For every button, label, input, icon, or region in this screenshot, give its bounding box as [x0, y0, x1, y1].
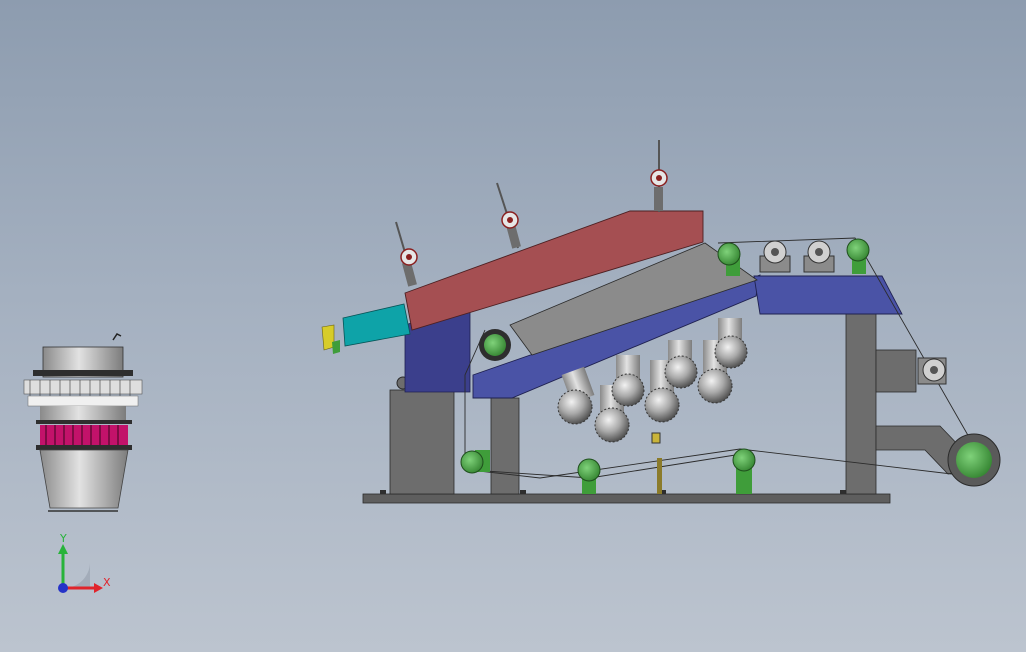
tensioner-post — [651, 432, 662, 494]
cad-viewport[interactable]: Y X — [0, 0, 1026, 652]
bowl-7 — [714, 318, 748, 369]
triad-z-axis-dot — [58, 583, 68, 593]
inlet-yellow-fitting — [321, 324, 335, 351]
roller-inlet-lower — [479, 329, 511, 361]
bearing-3 — [917, 357, 947, 385]
bowl-3 — [611, 355, 645, 407]
base-plate — [362, 493, 891, 504]
front-view-mid-shell — [40, 406, 126, 420]
coordinate-triad — [58, 544, 103, 593]
right-support-post — [845, 311, 877, 495]
middle-support-post — [490, 397, 520, 495]
inlet-green-fitting — [332, 340, 340, 354]
front-view-flange-ring-4 — [36, 445, 132, 450]
vent-pipe-1 — [395, 221, 418, 287]
bearing-2 — [803, 240, 835, 273]
teal-inlet-chute — [342, 303, 411, 347]
cad-model-scene[interactable] — [0, 0, 1026, 652]
front-view-flange-ring-3 — [36, 420, 132, 424]
roller-mid-low — [577, 458, 601, 494]
roller-left-low — [460, 450, 490, 474]
front-view-flange-ring-2 — [27, 395, 139, 407]
bowl-5 — [664, 340, 698, 389]
front-view-magenta-band — [40, 425, 128, 445]
triad-arc-shade — [63, 563, 90, 589]
side-view-assembly[interactable] — [321, 140, 1001, 504]
bowl-1 — [557, 366, 595, 425]
front-view-top-fitting — [112, 333, 122, 341]
triad-x-label: X — [103, 576, 111, 589]
triad-x-arrow-icon — [94, 583, 103, 593]
front-view-assembly[interactable] — [23, 333, 143, 512]
vent-pipe-2 — [496, 182, 521, 249]
bearing-1 — [759, 240, 791, 273]
triad-y-label: Y — [60, 532, 67, 545]
left-support-pedestal — [389, 389, 455, 495]
front-view-bolt-ring — [23, 379, 143, 395]
drive-pulley — [947, 433, 1001, 487]
front-view-cone — [39, 449, 129, 509]
roller-top-right — [846, 238, 870, 274]
front-view-flange-ring-1 — [33, 370, 133, 376]
triad-y-arrow-icon — [58, 544, 68, 554]
roller-right-low — [732, 448, 756, 494]
right-bracket-upper — [875, 349, 917, 393]
vent-pipe-3 — [650, 140, 668, 212]
